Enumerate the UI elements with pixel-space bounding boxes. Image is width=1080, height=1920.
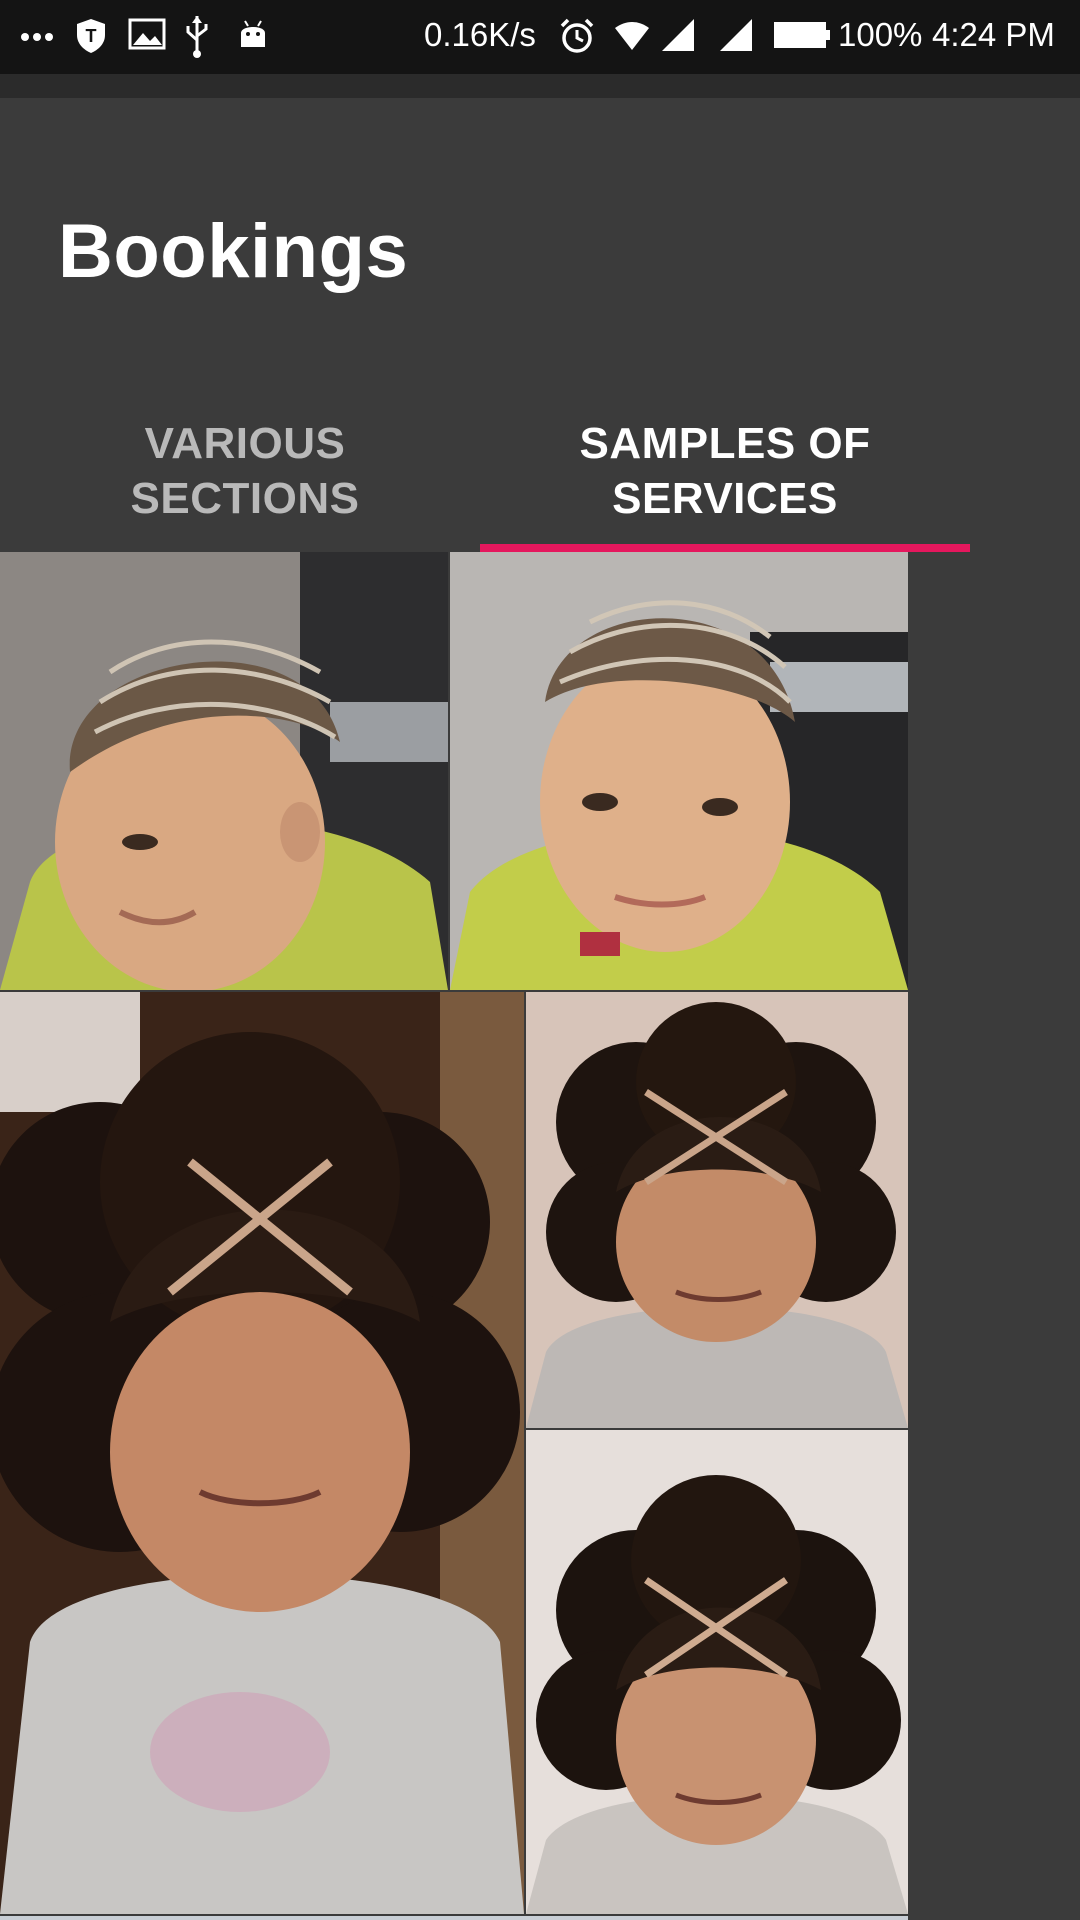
status-bar: T 0.16K/s 100% 4:24 PM bbox=[0, 0, 1080, 74]
tab-bar: VARIOUS SECTIONS SAMPLES OF SERVICES bbox=[0, 390, 1080, 552]
gallery bbox=[0, 552, 1080, 1920]
page-title: Bookings bbox=[58, 209, 409, 294]
battery-icon bbox=[774, 22, 830, 53]
image-icon bbox=[128, 17, 166, 56]
alarm-icon bbox=[558, 17, 596, 60]
signal-icon bbox=[718, 17, 754, 58]
network-speed: 0.16K/s bbox=[424, 16, 536, 53]
girl-curly-puffs-crossed-braids-photo[interactable] bbox=[0, 992, 524, 1914]
tab-various-sections[interactable]: VARIOUS SECTIONS bbox=[0, 390, 490, 552]
usb-icon bbox=[182, 14, 212, 63]
tab-label: VARIOUS SECTIONS bbox=[130, 419, 360, 523]
clock: 4:24 PM bbox=[932, 16, 1055, 53]
tab-samples-of-services[interactable]: SAMPLES OF SERVICES bbox=[480, 390, 970, 552]
android-icon bbox=[236, 17, 270, 58]
wifi-icon bbox=[614, 22, 650, 57]
selected-tab-indicator bbox=[480, 544, 970, 552]
svg-text:T: T bbox=[86, 26, 97, 46]
girl-crossed-braids-top-photo[interactable] bbox=[526, 992, 908, 1428]
next-row-photo-partial[interactable] bbox=[0, 1916, 908, 1920]
status-bar-shadow bbox=[0, 74, 1080, 98]
battery-percent: 100% bbox=[838, 16, 923, 53]
signal-icon bbox=[660, 17, 696, 58]
shield-icon: T bbox=[74, 17, 108, 60]
dots-icon bbox=[20, 30, 58, 49]
boy-braided-haircut-front-photo[interactable] bbox=[450, 552, 908, 990]
girl-crossed-braids-bottom-photo[interactable] bbox=[526, 1430, 908, 1914]
boy-braided-haircut-side-photo[interactable] bbox=[0, 552, 448, 990]
tab-label: SAMPLES OF SERVICES bbox=[579, 419, 871, 523]
app-bar: Bookings VARIOUS SECTIONS SAMPLES OF SER… bbox=[0, 98, 1080, 552]
